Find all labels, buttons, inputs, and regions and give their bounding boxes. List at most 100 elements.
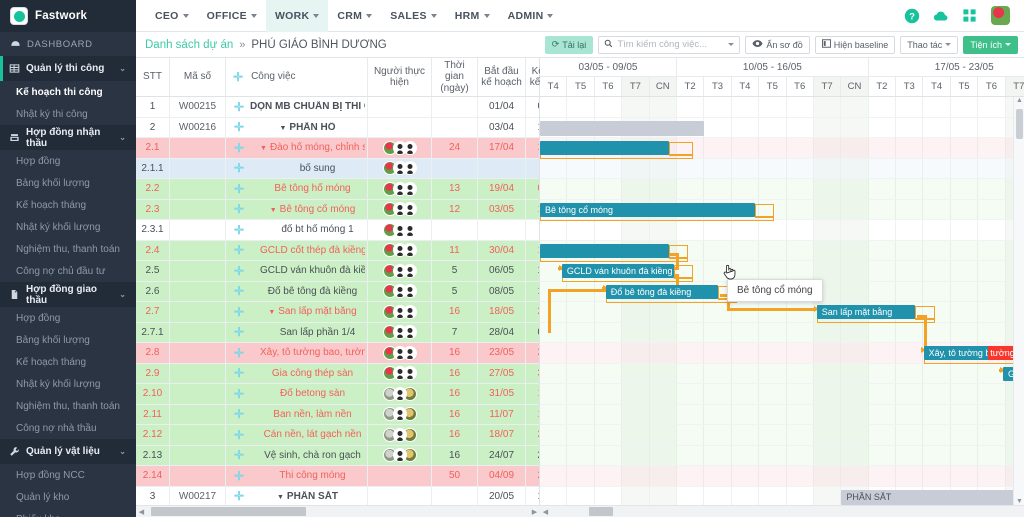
sidebar-item-ke-hoach-thang-1[interactable]: Kế hoạch tháng (0, 194, 136, 216)
cell-cong-viec[interactable]: ✛ GCLD ván khuôn đà kiềng (226, 261, 368, 281)
scroll-left-arrow[interactable]: ◀ (136, 508, 147, 516)
add-subtask-icon[interactable]: ✛ (228, 244, 250, 256)
table-row[interactable]: 2.4 ✛ GCLD cốt thép đà kiềng 11 30/04 10… (136, 240, 539, 261)
table-row[interactable]: 2.3 ✛ ▼Bê tông cổ móng 12 03/05 14/05 (136, 199, 539, 220)
cell-cong-viec[interactable]: ✛ Đổ betong sàn (226, 384, 368, 404)
col-header-thoi-gian[interactable]: Thời gian (ngày) (432, 58, 478, 96)
brand[interactable]: Fastwork (0, 0, 136, 32)
add-subtask-icon[interactable]: ✛ (228, 142, 250, 154)
vertical-scrollbar-thumb[interactable] (1016, 109, 1023, 139)
col-header-bat-dau[interactable]: Bắt đầu kế hoạch (478, 58, 526, 96)
avatar[interactable] (991, 6, 1010, 25)
search-input[interactable] (617, 39, 725, 50)
chevron-down-icon[interactable] (728, 43, 735, 46)
cell-nguoi-thuc-hien[interactable] (368, 158, 432, 178)
cell-nguoi-thuc-hien[interactable] (368, 363, 432, 383)
sidebar-item-bang-khoi-luong-2[interactable]: Bảng khối lượng (0, 329, 136, 351)
cell-nguoi-thuc-hien[interactable] (368, 97, 432, 117)
sidebar-item-nhat-ky-thi-cong[interactable]: Nhật ký thi công (0, 103, 136, 125)
cell-nguoi-thuc-hien[interactable] (368, 486, 432, 506)
table-row[interactable]: 2.12 ✛ Cán nền, lát gạch nền 16 18/07 23… (136, 425, 539, 446)
col-header-stt[interactable]: STT (136, 58, 170, 96)
cell-nguoi-thuc-hien[interactable] (368, 281, 432, 301)
expander-triangle-icon[interactable]: ▼ (270, 207, 277, 214)
cell-nguoi-thuc-hien[interactable] (368, 240, 432, 260)
show-baseline-button[interactable]: Hiện baseline (814, 35, 896, 54)
cell-nguoi-thuc-hien[interactable] (368, 384, 432, 404)
table-row[interactable]: 3 W00217 ✛ ▼PHẦN SẮT 20/05 16/06 (136, 486, 539, 507)
table-row[interactable]: 2.7.1 ✛ San lấp phần 1/4 7 28/04 04/05 (136, 322, 539, 343)
expander-triangle-icon[interactable]: ▼ (277, 494, 284, 501)
gantt-bar[interactable]: GCLD ván khuôn đà kiềng (561, 264, 675, 278)
cell-cong-viec[interactable]: ✛ bổ sung (226, 158, 368, 178)
add-subtask-icon[interactable]: ✛ (228, 203, 250, 215)
cell-cong-viec[interactable]: ✛ Xây, tô tường bao, tường nhà vệ sinh (226, 343, 368, 363)
cell-cong-viec[interactable]: ✛ đổ bt hố móng 1 (226, 220, 368, 240)
table-row[interactable]: 2.13 ✛ Vệ sinh, chà ron gạch 16 24/07 28… (136, 445, 539, 466)
cell-nguoi-thuc-hien[interactable] (368, 199, 432, 219)
sidebar-group-quan-ly-thi-cong[interactable]: Quản lý thi công ⌄ (0, 56, 136, 81)
cell-nguoi-thuc-hien[interactable] (368, 138, 432, 158)
cell-cong-viec[interactable]: ✛ Thi công móng (226, 466, 368, 486)
table-row[interactable]: 2.10 ✛ Đổ betong sàn 16 31/05 10/07 (136, 384, 539, 405)
sidebar-item-quan-ly-kho[interactable]: Quản lý kho (0, 486, 136, 508)
add-task-icon[interactable]: ✛ (233, 71, 243, 83)
cell-cong-viec[interactable]: ✛ Vệ sinh, chà ron gạch (226, 445, 368, 465)
sidebar-item-dashboard[interactable]: DASHBOARD (0, 32, 136, 56)
add-subtask-icon[interactable]: ✛ (228, 367, 250, 379)
cell-nguoi-thuc-hien[interactable] (368, 466, 432, 486)
actions-button[interactable]: Thao tác (900, 35, 959, 54)
cell-cong-viec[interactable]: ✛ San lấp phần 1/4 (226, 322, 368, 342)
add-subtask-icon[interactable]: ✛ (228, 285, 250, 297)
sidebar-group-hop-dong-nhan-thau[interactable]: Hợp đồng nhận thầu ⌄ (0, 125, 136, 150)
cell-nguoi-thuc-hien[interactable] (368, 302, 432, 322)
sidebar-item-hop-dong-ncc[interactable]: Hợp đồng NCC (0, 464, 136, 486)
cell-nguoi-thuc-hien[interactable] (368, 322, 432, 342)
sidebar-group-hop-dong-giao-thau[interactable]: Hợp đồng giao thầu ⌄ (0, 282, 136, 307)
add-subtask-icon[interactable]: ✛ (228, 408, 250, 420)
cell-cong-viec[interactable]: ✛ ▼ San lấp mặt bằng (226, 302, 368, 322)
cell-cong-viec[interactable]: ✛ Ban nền, làm nền (226, 404, 368, 424)
gantt-bar[interactable]: San lấp mặt bằng (816, 305, 916, 319)
table-row[interactable]: 2.8 ✛ Xây, tô tường bao, tường nhà vệ si… (136, 343, 539, 364)
scrollbar-track[interactable] (147, 507, 529, 516)
col-header-cong-viec[interactable]: ✛ Công việc (226, 58, 368, 96)
add-subtask-icon[interactable]: ✛ (228, 490, 250, 502)
add-subtask-icon[interactable]: ✛ (228, 449, 250, 461)
add-subtask-icon[interactable]: ✛ (228, 101, 250, 113)
add-subtask-icon[interactable]: ✛ (228, 429, 250, 441)
menu-office[interactable]: OFFICE (198, 0, 266, 32)
cell-nguoi-thuc-hien[interactable] (368, 343, 432, 363)
add-subtask-icon[interactable]: ✛ (228, 470, 250, 482)
sidebar-item-nhat-ky-khoi-luong-2[interactable]: Nhật ký khối lượng (0, 373, 136, 395)
add-subtask-icon[interactable]: ✛ (228, 306, 250, 318)
scroll-right-arrow[interactable]: ▶ (529, 508, 540, 516)
cell-cong-viec[interactable]: ✛ Bê tông hố móng (226, 179, 368, 199)
add-subtask-icon[interactable]: ✛ (228, 224, 250, 236)
add-subtask-icon[interactable]: ✛ (228, 388, 250, 400)
expander-triangle-icon[interactable]: ▼ (260, 145, 267, 152)
scroll-down-arrow[interactable]: ▼ (1014, 498, 1024, 505)
gantt-bar[interactable]: PHẦN SẮT (841, 489, 1020, 505)
menu-hrm[interactable]: HRM (446, 0, 499, 32)
sidebar-item-nghiem-thu-thanh-toan-1[interactable]: Nghiệm thu, thanh toán (0, 238, 136, 260)
gantt-horizontal-scrollbar[interactable]: ◀ (540, 505, 1024, 517)
cell-cong-viec[interactable]: ✛ DỌN MB CHUẨN BỊ THI CÔNG (226, 97, 368, 117)
cloud-icon[interactable] (933, 8, 949, 24)
sidebar-item-hop-dong-1[interactable]: Hợp đồng (0, 150, 136, 172)
sidebar-item-phieu-kho[interactable]: Phiếu kho (0, 508, 136, 517)
col-header-ma-so[interactable]: Mã số (170, 58, 226, 96)
scroll-up-arrow[interactable]: ▲ (1014, 97, 1024, 104)
sidebar-item-hop-dong-2[interactable]: Hợp đồng (0, 307, 136, 329)
menu-ceo[interactable]: CEO (146, 0, 198, 32)
expander-triangle-icon[interactable]: ▼ (279, 125, 286, 132)
cell-nguoi-thuc-hien[interactable] (368, 445, 432, 465)
vertical-scrollbar[interactable]: ▲ ▼ (1013, 97, 1024, 505)
scrollbar-thumb[interactable] (589, 507, 613, 516)
add-subtask-icon[interactable]: ✛ (228, 265, 250, 277)
sidebar-item-bang-khoi-luong-1[interactable]: Bảng khối lượng (0, 172, 136, 194)
table-row[interactable]: 2.14 ✛ Thi công móng 50 04/09 23/10 (136, 466, 539, 487)
scrollbar-track[interactable] (551, 507, 1024, 516)
gantt-bar[interactable] (540, 243, 669, 258)
menu-sales[interactable]: SALES (381, 0, 446, 32)
